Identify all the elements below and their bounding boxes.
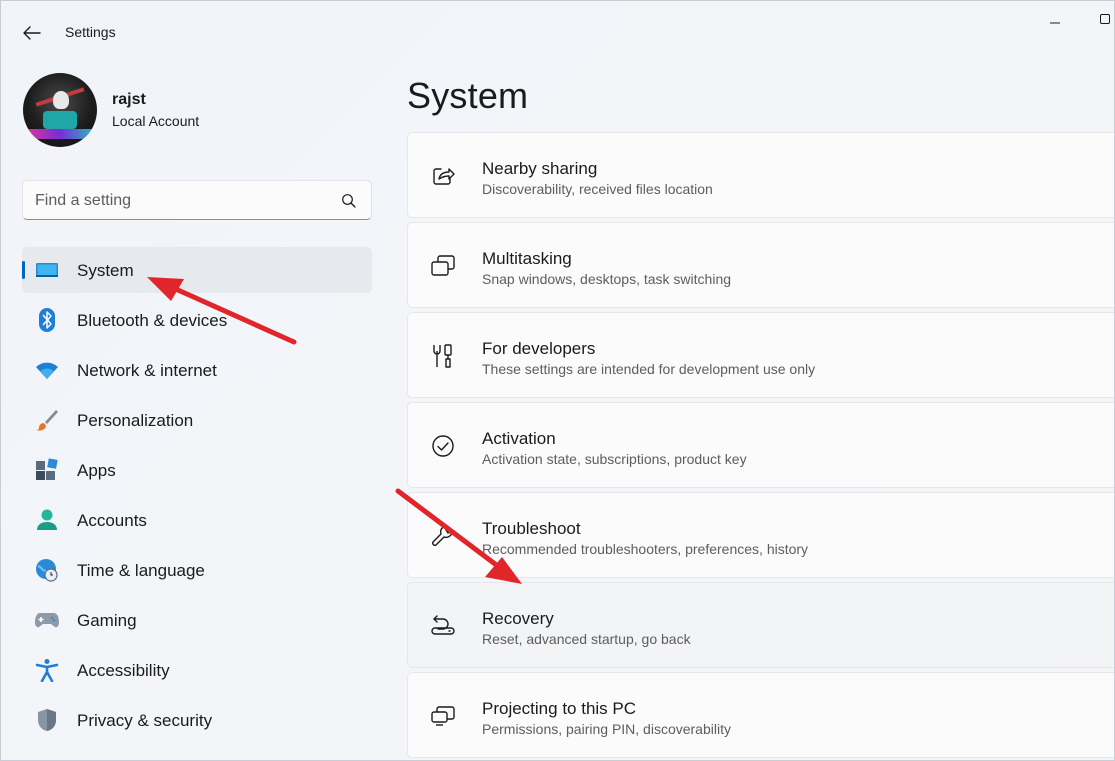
sidebar-nav: System Bluetooth & devices Network & int… (22, 247, 372, 747)
sidebar-item-time-language[interactable]: Time & language (22, 547, 372, 593)
card-title: Recovery (482, 609, 554, 628)
card-description: Recommended troubleshooters, preferences… (482, 541, 809, 557)
sidebar-item-label: System (77, 261, 134, 280)
sidebar-item-label: Accounts (77, 511, 147, 530)
sidebar-item-bluetooth[interactable]: Bluetooth & devices (22, 297, 372, 343)
recovery-icon (430, 613, 456, 639)
sidebar-item-accounts[interactable]: Accounts (22, 497, 372, 543)
card-description: These settings are intended for developm… (482, 361, 816, 377)
card-title: Nearby sharing (482, 159, 598, 178)
sidebar-item-label: Personalization (77, 411, 194, 430)
back-arrow-icon (23, 26, 41, 40)
search-input[interactable] (35, 189, 325, 213)
settings-window: Settings rajst Local Account Find a sett… (0, 0, 1115, 761)
multitasking-icon (430, 253, 456, 279)
account-type: Local Account (112, 113, 200, 129)
sidebar-item-apps[interactable]: Apps (22, 447, 372, 493)
checkmark-circle-icon (430, 433, 456, 459)
sidebar-item-label: Accessibility (77, 661, 170, 680)
search-icon[interactable] (341, 193, 357, 209)
apps-icon (35, 458, 59, 482)
sidebar-item-accessibility[interactable]: Accessibility (22, 647, 372, 693)
sidebar-item-gaming[interactable]: Gaming (22, 597, 372, 643)
developer-tools-icon (430, 343, 456, 369)
share-icon (430, 163, 456, 189)
card-activation[interactable]: Activation Activation state, subscriptio… (407, 402, 1114, 488)
sidebar-item-privacy-security[interactable]: Privacy & security (22, 697, 372, 743)
card-for-developers[interactable]: For developers These settings are intend… (407, 312, 1114, 398)
sidebar-item-network[interactable]: Network & internet (22, 347, 372, 393)
minimize-button[interactable] (1041, 9, 1069, 29)
sidebar-item-personalization[interactable]: Personalization (22, 397, 372, 443)
wrench-icon (430, 523, 456, 549)
avatar[interactable] (23, 73, 97, 147)
sidebar-item-label: Privacy & security (77, 711, 213, 730)
card-description: Permissions, pairing PIN, discoverabilit… (482, 721, 731, 737)
sidebar-item-label: Network & internet (77, 361, 217, 380)
card-title: Multitasking (482, 249, 572, 268)
user-name: rajst (112, 91, 146, 108)
title-bar: Settings (1, 1, 1114, 63)
card-projecting[interactable]: Projecting to this PC Permissions, pairi… (407, 672, 1114, 758)
card-title: Troubleshoot (482, 519, 581, 538)
projecting-icon (430, 703, 456, 729)
sidebar-item-system[interactable]: System (22, 247, 372, 293)
maximize-icon (1100, 14, 1110, 24)
sidebar-item-label: Time & language (77, 561, 205, 580)
card-multitasking[interactable]: Multitasking Snap windows, desktops, tas… (407, 222, 1114, 308)
minimize-icon (1050, 22, 1060, 24)
card-title: Projecting to this PC (482, 699, 637, 718)
wifi-icon (35, 358, 59, 382)
search-box[interactable] (22, 180, 372, 220)
sidebar-item-label: Bluetooth & devices (77, 311, 228, 330)
app-title: Settings (65, 24, 116, 40)
card-title: For developers (482, 339, 596, 358)
card-troubleshoot[interactable]: Troubleshoot Recommended troubleshooters… (407, 492, 1114, 578)
sidebar-item-label: Apps (77, 461, 116, 480)
card-title: Activation (482, 429, 556, 448)
system-display-icon (35, 258, 59, 282)
card-recovery[interactable]: Recovery Reset, advanced startup, go bac… (407, 582, 1114, 668)
card-description: Activation state, subscriptions, product… (482, 451, 747, 467)
settings-list: Nearby sharing Discoverability, received… (407, 132, 1114, 760)
back-button[interactable] (15, 19, 49, 47)
maximize-button[interactable] (1091, 9, 1114, 29)
card-description: Snap windows, desktops, task switching (482, 271, 732, 287)
page-title: System (407, 75, 529, 116)
accessibility-icon (35, 658, 59, 682)
sidebar-item-label: Gaming (77, 611, 137, 630)
globe-clock-icon (35, 558, 59, 582)
card-description: Reset, advanced startup, go back (482, 631, 691, 647)
card-description: Discoverability, received files location (482, 181, 713, 197)
gamepad-icon (35, 608, 59, 632)
person-icon (35, 508, 59, 532)
paintbrush-icon (35, 408, 59, 432)
shield-icon (35, 708, 59, 732)
card-nearby-sharing[interactable]: Nearby sharing Discoverability, received… (407, 132, 1114, 218)
bluetooth-icon (35, 308, 59, 332)
